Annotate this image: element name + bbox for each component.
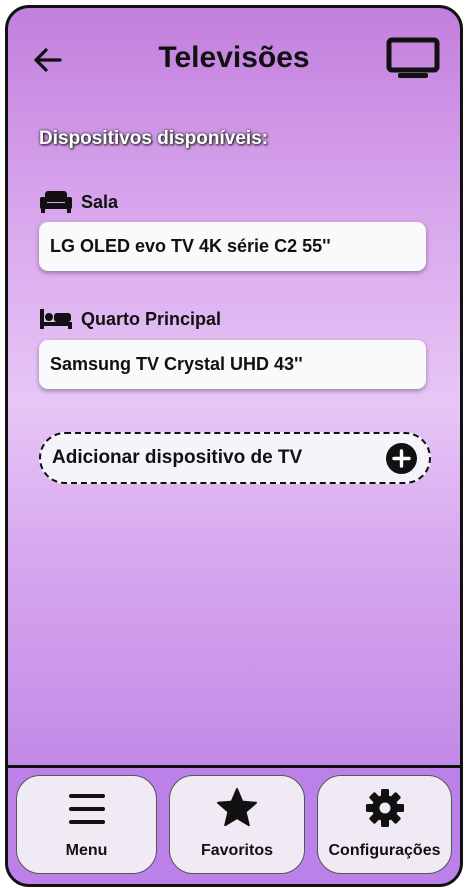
- nav-favorites-button[interactable]: Favoritos: [169, 775, 305, 874]
- device-card-samsung-crystal[interactable]: Samsung TV Crystal UHD 43'': [39, 340, 426, 389]
- room-name: Quarto Principal: [81, 308, 222, 329]
- add-device-label: Adicionar dispositivo de TV: [52, 447, 303, 468]
- device-card-lg-oled[interactable]: LG OLED evo TV 4K série C2 55'': [39, 222, 426, 271]
- device-name: LG OLED evo TV 4K série C2 55'': [50, 236, 331, 256]
- gear-icon: [365, 789, 404, 827]
- plus-circle-icon: [386, 443, 417, 474]
- room-label-sala: Sala: [39, 189, 118, 215]
- bed-icon: [40, 309, 72, 329]
- nav-menu-button[interactable]: Menu: [16, 775, 157, 874]
- room-name: Sala: [81, 191, 119, 212]
- device-name: Samsung TV Crystal UHD 43'': [50, 354, 303, 374]
- header: Televisões: [8, 8, 460, 108]
- tv-icon: [386, 37, 440, 81]
- bottom-navigation: Menu Favoritos Configurações: [8, 765, 460, 884]
- room-label-quarto-principal: Quarto Principal: [39, 306, 221, 332]
- nav-label: Menu: [65, 842, 108, 859]
- hamburger-menu-icon: [68, 794, 105, 824]
- nav-settings-button[interactable]: Configurações: [317, 775, 452, 874]
- nav-label: Configurações: [328, 842, 441, 859]
- section-title: Dispositivos disponíveis:: [39, 128, 269, 149]
- star-icon: [217, 788, 257, 827]
- app-frame: Televisões Dispositivos disponíveis: Sal…: [5, 5, 463, 887]
- nav-label: Favoritos: [200, 842, 273, 859]
- sofa-icon: [40, 191, 72, 213]
- add-tv-device-button[interactable]: Adicionar dispositivo de TV: [39, 432, 431, 484]
